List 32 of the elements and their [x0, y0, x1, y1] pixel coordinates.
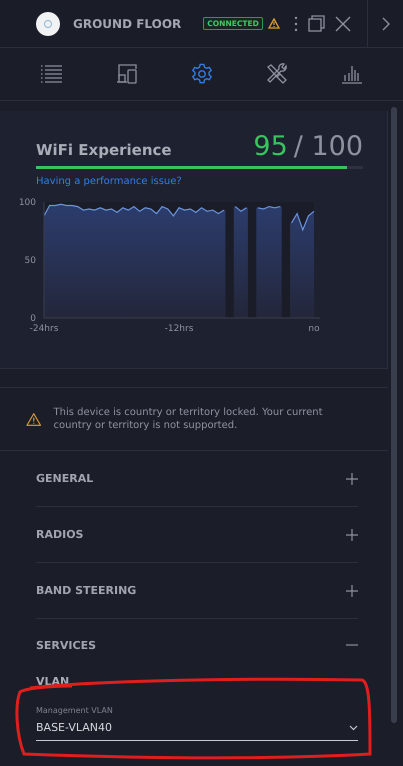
device-name: GROUND FLOOR	[73, 16, 182, 30]
list-icon	[40, 65, 62, 83]
axis-label: 50	[24, 256, 36, 266]
axis-label: -12hrs	[164, 324, 194, 334]
device-logo	[36, 12, 60, 36]
axis-label: -24hrs	[30, 324, 58, 334]
scrollbar-thumb[interactable]	[391, 107, 397, 723]
statistics-icon	[340, 64, 362, 84]
chevron-right-icon[interactable]	[382, 16, 390, 30]
score-value: 95	[253, 131, 288, 162]
more-icon[interactable]	[294, 16, 298, 32]
close-icon[interactable]	[334, 16, 351, 32]
tools-icon	[266, 63, 288, 85]
management-vlan-dropdown[interactable]: Management VLAN BASE-VLAN40	[36, 706, 358, 741]
expand-icon	[346, 528, 358, 540]
notice-text: This device is country or territory locked. Your current country or territory is not supported.	[54, 406, 324, 432]
card-title: WiFi Experience	[36, 141, 172, 159]
axis-label: 100	[18, 198, 36, 208]
settings-icon	[190, 63, 212, 85]
axis-label: 0	[30, 314, 36, 324]
section-header[interactable]: BAND STEERING	[36, 563, 358, 619]
restore-icon[interactable]	[308, 15, 325, 32]
axis-label: no	[308, 324, 320, 334]
performance-issue-link[interactable]: Having a performance issue?	[36, 176, 182, 187]
section-header[interactable]: GENERAL	[36, 451, 358, 507]
devices-icon	[116, 64, 138, 84]
expand-icon	[346, 472, 358, 484]
section-header[interactable]: RADIOS	[36, 507, 358, 563]
expand-icon	[346, 584, 358, 596]
score-max: / 100	[294, 131, 363, 162]
section-header[interactable]: SERVICES	[36, 619, 358, 671]
chevron-down-icon	[349, 724, 358, 730]
